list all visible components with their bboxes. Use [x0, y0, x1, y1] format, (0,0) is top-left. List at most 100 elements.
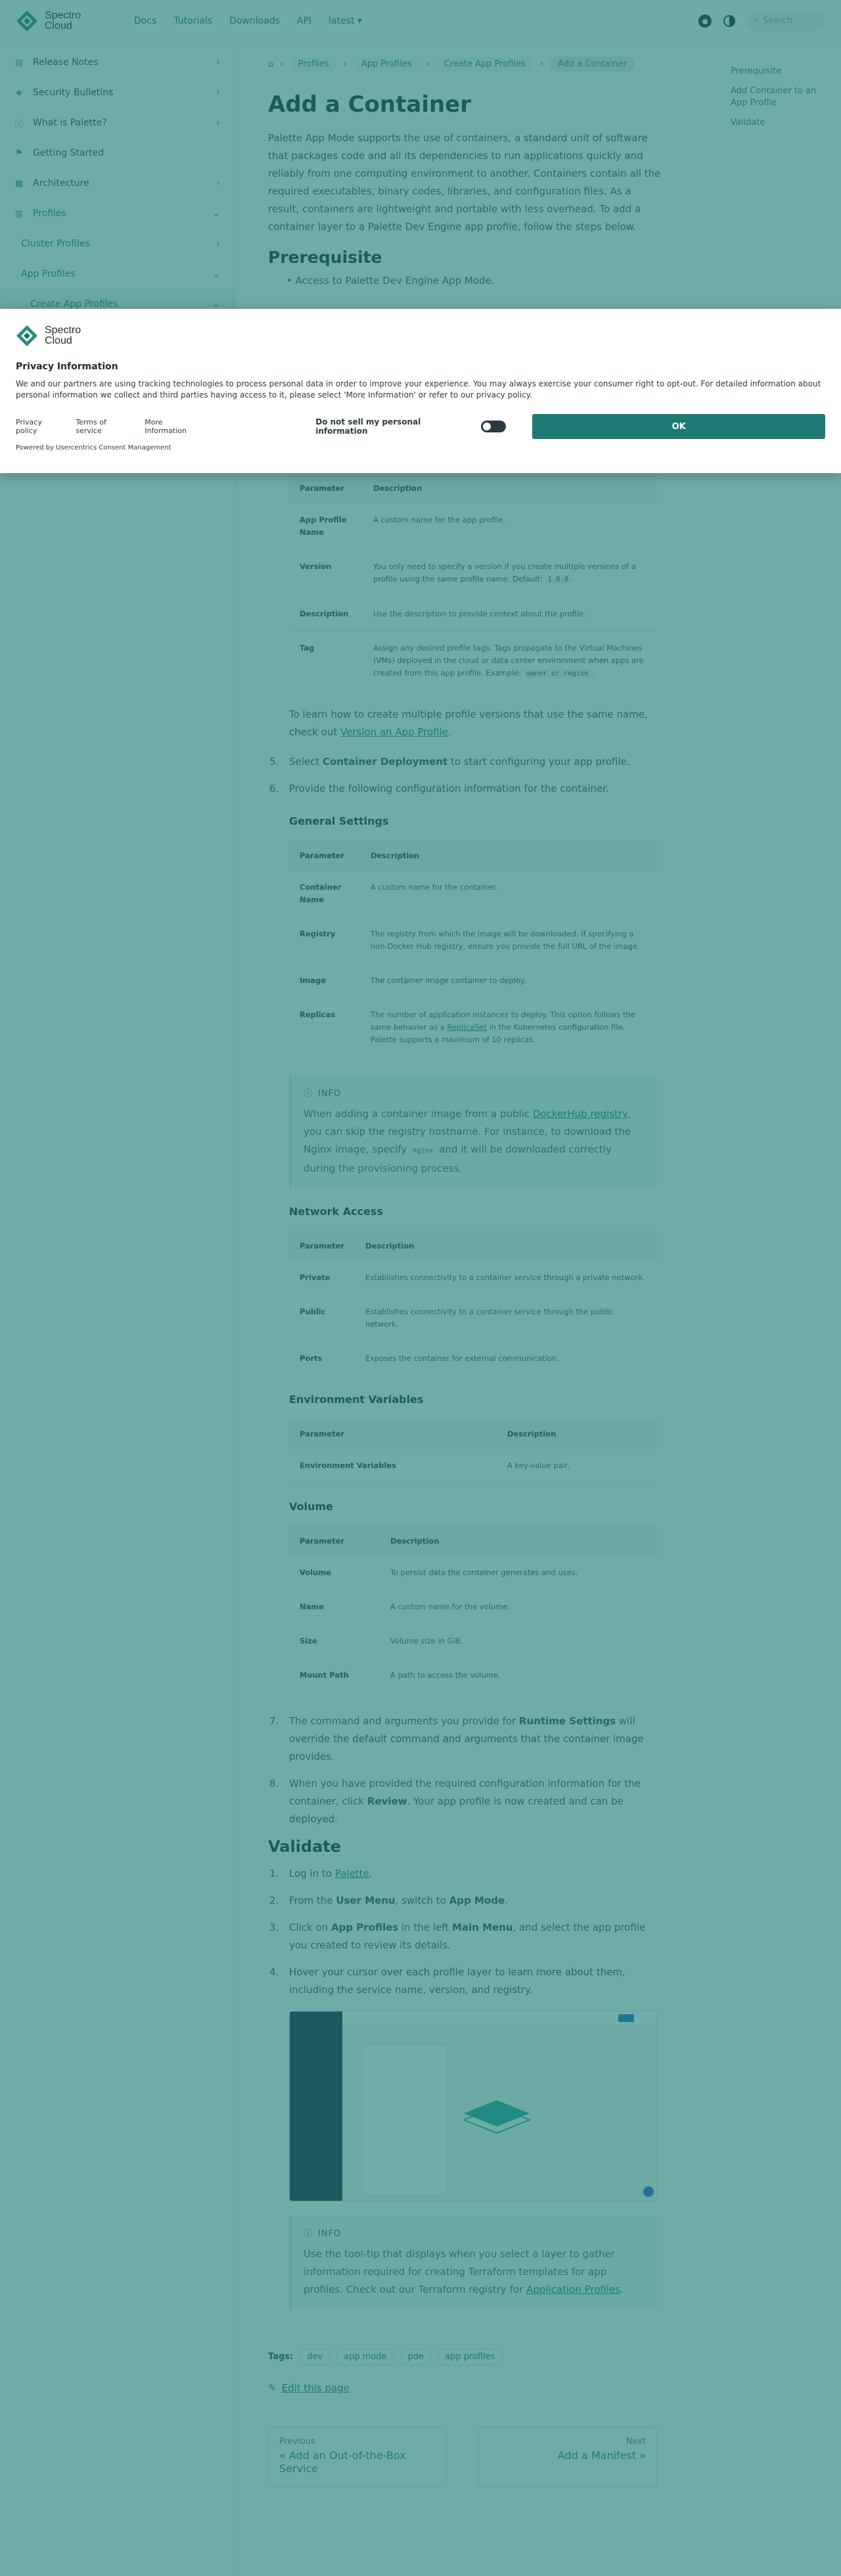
- toc-add-container[interactable]: Add Container to an App Profile: [731, 85, 823, 109]
- table-cell-value: A custom name for the volume.: [380, 1590, 657, 1624]
- environment-variables-heading: Environment Variables: [289, 1393, 424, 1406]
- table-cell-value: A custom name for the app profile.: [363, 503, 657, 550]
- step-5: 5. Select Container Deployment to start c…: [269, 753, 662, 771]
- sidebar-item-security-bulletins[interactable]: ◈ Security Bulletins ›: [0, 78, 236, 108]
- nav-links: Docs Tutorials Downloads API latest ▾: [134, 16, 362, 26]
- palette-link[interactable]: Palette: [335, 1868, 369, 1879]
- screenshot-header: [342, 2012, 656, 2026]
- table-cell-key: App Profile Name: [289, 503, 363, 550]
- general-settings-table: Parameter Description Container Name A cus…: [289, 840, 657, 1057]
- brand-logo[interactable]: Spectro Cloud: [16, 10, 134, 32]
- sidebar-item-cluster-profiles[interactable]: Cluster Profiles ›: [0, 229, 236, 259]
- nav-api[interactable]: API: [297, 16, 311, 26]
- breadcrumb-separator: ›: [343, 59, 347, 69]
- tag-app-profiles[interactable]: app profiles: [438, 2349, 503, 2365]
- brand-line-2: Cloud: [45, 20, 72, 32]
- tag-app-mode[interactable]: app mode: [336, 2349, 394, 2365]
- breadcrumb-current: Add a Container: [550, 57, 635, 72]
- chevron-down-icon: ⌄: [212, 208, 220, 219]
- validate-step-2: 2. From the User Menu, switch to App Mode…: [269, 1892, 662, 1910]
- table-cell-value: You only need to specify a version if yo…: [363, 549, 657, 597]
- nav-tutorials[interactable]: Tutorials: [173, 16, 212, 26]
- step-7: 7. The command and arguments you provide …: [269, 1713, 657, 1766]
- table-cell-value: Volume size in GiB.: [380, 1624, 657, 1659]
- table-cell-value: Establishes connectivity to a container …: [355, 1261, 657, 1295]
- sidebar-item-profiles[interactable]: ▥ Profiles ⌄: [0, 198, 236, 229]
- consent-brand-logo: Spectro Cloud: [16, 325, 825, 347]
- table-cell-key: Public: [289, 1295, 355, 1342]
- table-header: Parameter: [289, 1419, 497, 1449]
- table-cell-value: Exposes the container for external commu…: [355, 1341, 657, 1376]
- table-row: Mount Path A path to access the volume.: [289, 1658, 657, 1693]
- info-callout-terraform: ⓘ INFO Use the tool-tip that displays whe…: [289, 2216, 657, 2309]
- search-box[interactable]: ⌕ Search: [746, 11, 825, 31]
- breadcrumb-separator: ›: [539, 59, 544, 69]
- info-header: ⓘ INFO: [304, 2225, 645, 2243]
- ok-button[interactable]: OK: [532, 414, 825, 439]
- note-text-end: .: [448, 726, 451, 738]
- pager-previous-label: Previous: [279, 2437, 315, 2447]
- home-icon[interactable]: ⌂: [268, 59, 273, 69]
- toc-prerequisite[interactable]: Prerequisite: [731, 66, 823, 78]
- profile-parameters-table: Parameter Description App Profile Name A c…: [289, 473, 657, 691]
- sidebar-item-label: App Profiles: [21, 269, 76, 279]
- chevron-right-icon: ›: [216, 87, 220, 98]
- sidebar-item-label: Profiles: [33, 208, 66, 219]
- do-not-sell-control: Do not sell my personal information: [315, 417, 507, 436]
- tag-dev[interactable]: dev: [300, 2349, 330, 2365]
- screenshot-help-button: [643, 2186, 654, 2197]
- table-cell-key: Container Name: [289, 871, 360, 917]
- table-row: Ports Exposes the container for external …: [289, 1341, 657, 1376]
- breadcrumb-create-app-profiles[interactable]: Create App Profiles: [436, 57, 534, 72]
- sidebar-item-release-notes[interactable]: ▤ Release Notes ›: [0, 47, 236, 78]
- sidebar-item-architecture[interactable]: ▦ Architecture ›: [0, 168, 236, 198]
- table-row: Tag Assign any desired profile tags. Tags…: [289, 631, 657, 691]
- consent-actions: Privacy policy Terms of service More Inf…: [16, 414, 825, 439]
- github-icon[interactable]: [698, 14, 712, 28]
- screenshot-sidebar: [290, 2012, 342, 2201]
- toc-validate[interactable]: Validate: [731, 117, 823, 129]
- theme-toggle-icon[interactable]: [723, 14, 736, 28]
- validate-step-1: 1. Log in to Palette.: [269, 1865, 662, 1883]
- table-row: Description Use the description to provid…: [289, 597, 657, 632]
- intro-paragraph: Palette App Mode supports the use of con…: [268, 132, 661, 233]
- pager-next-label: Next: [625, 2437, 646, 2447]
- table-cell-key: Version: [289, 549, 363, 597]
- brand-line-1: Spectro: [45, 9, 81, 21]
- table-header-row: Parameter Description: [289, 1231, 657, 1261]
- info-header: ⓘ INFO: [304, 1085, 645, 1103]
- table-cell-key: Ports: [289, 1341, 355, 1376]
- tag-pde[interactable]: pde: [400, 2349, 432, 2365]
- table-row: Version You only need to specify a versio…: [289, 549, 657, 597]
- nav-docs[interactable]: Docs: [134, 16, 156, 26]
- terms-of-service-link[interactable]: Terms of service: [76, 418, 134, 435]
- more-information-link[interactable]: More Information: [145, 418, 206, 435]
- step-number: 7.: [269, 1715, 279, 1727]
- next-page-link[interactable]: Next Add a Manifest »: [478, 2427, 657, 2487]
- info-label: INFO: [318, 1089, 342, 1099]
- sidebar-item-getting-started[interactable]: ⚑ Getting Started: [0, 138, 236, 168]
- dockerhub-link[interactable]: DockerHub registry: [533, 1108, 628, 1120]
- application-profiles-link[interactable]: Application Profiles: [526, 2284, 620, 2295]
- privacy-policy-link[interactable]: Privacy policy: [16, 418, 65, 435]
- version-note: To learn how to create multiple profile …: [289, 706, 657, 741]
- previous-page-link[interactable]: Previous « Add an Out-of-the-Box Service: [268, 2427, 447, 2487]
- step-bold: Runtime Settings: [519, 1715, 616, 1727]
- breadcrumb-app-profiles[interactable]: App Profiles: [353, 57, 420, 72]
- version-dropdown[interactable]: latest ▾: [329, 16, 362, 26]
- brand-name: Spectro Cloud: [45, 9, 81, 32]
- chevron-down-icon: ⌄: [212, 269, 220, 279]
- table-row: Replicas The number of application instan…: [289, 998, 657, 1057]
- edit-page-link[interactable]: ✎ Edit this page: [268, 2382, 662, 2394]
- sidebar-item-what-is-palette[interactable]: ⓘ What is Palette? ›: [0, 108, 236, 138]
- breadcrumb-profiles[interactable]: Profiles: [290, 57, 337, 72]
- table-header: Parameter: [289, 1231, 355, 1261]
- version-link[interactable]: Version an App Profile: [340, 726, 448, 738]
- table-header: Parameter: [289, 473, 363, 503]
- nav-downloads[interactable]: Downloads: [229, 16, 280, 26]
- replicaset-link[interactable]: ReplicaSet: [447, 1023, 488, 1032]
- table-cell-key: Volume: [289, 1556, 380, 1590]
- consent-powered-by: Powered by Usercentrics Consent Manageme…: [16, 444, 171, 451]
- do-not-sell-toggle[interactable]: [481, 421, 507, 432]
- sidebar-item-app-profiles[interactable]: App Profiles ⌄: [0, 259, 236, 289]
